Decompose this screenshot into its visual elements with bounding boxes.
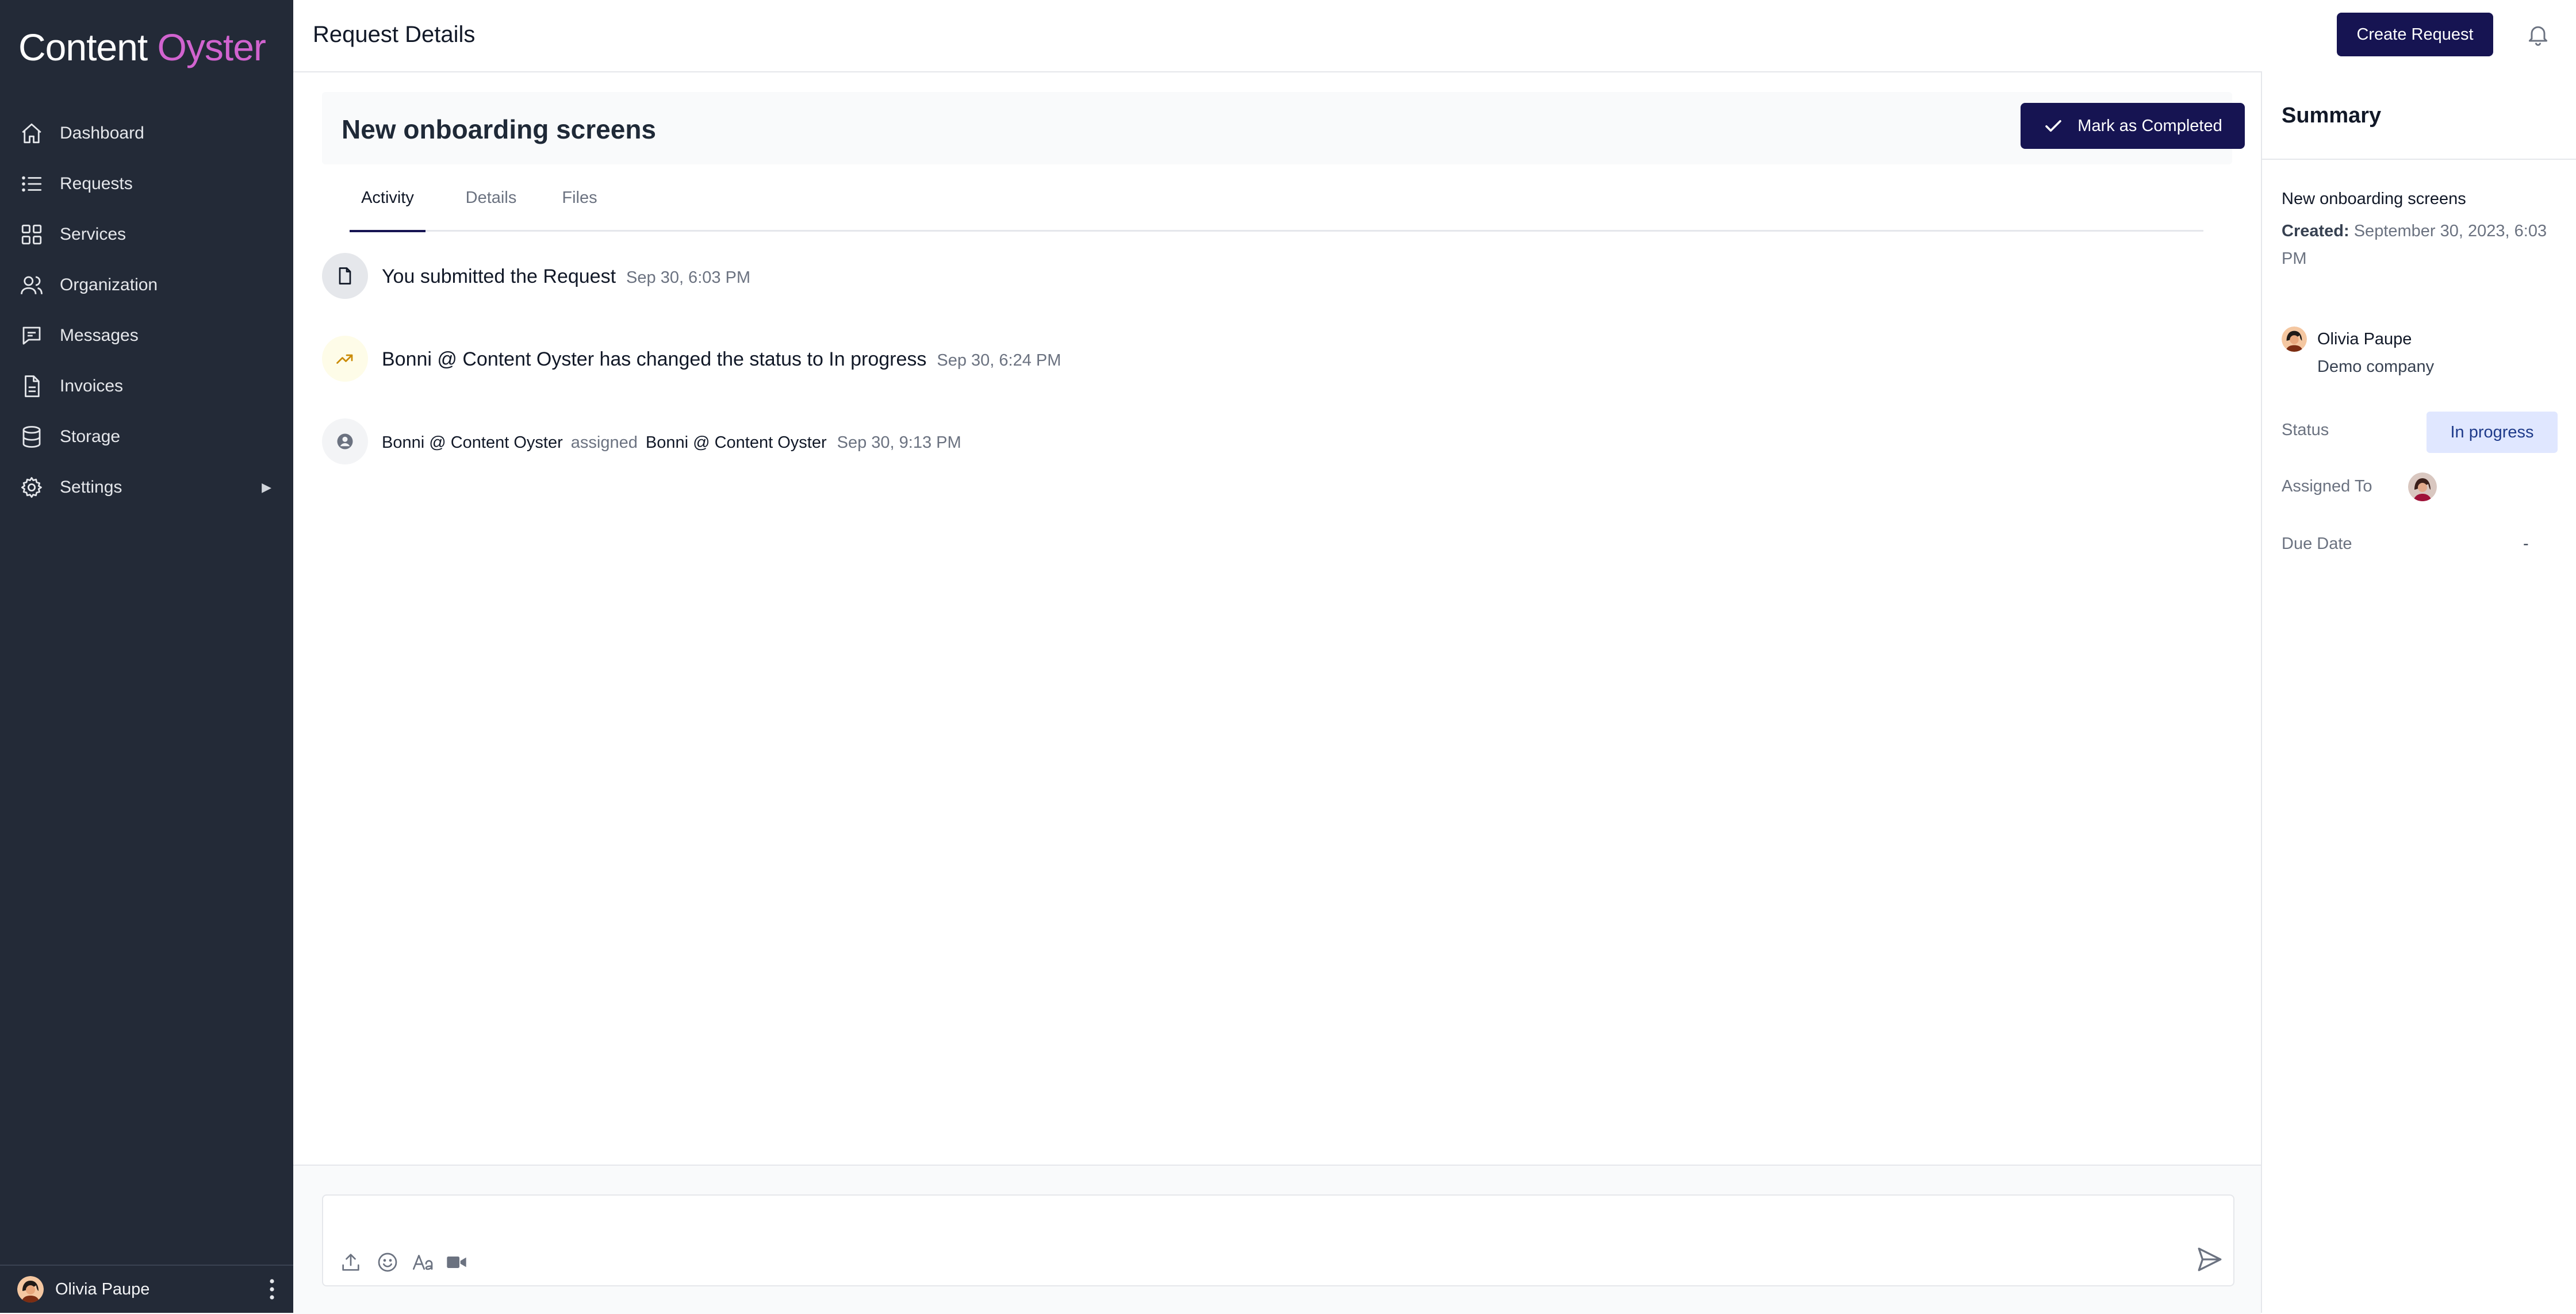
trending-up-icon	[336, 354, 353, 364]
tab-files[interactable]: Files	[557, 170, 603, 230]
page-title: Request Details	[313, 22, 476, 47]
avatar	[2282, 326, 2307, 352]
activity-icon-wrap	[322, 253, 368, 299]
activity-text: Bonni @ Content Oyster assigned Bonni @ Co…	[382, 433, 961, 452]
client-name: Olivia Paupe	[2317, 330, 2412, 348]
summary-divider	[2262, 159, 2576, 160]
emoji-icon[interactable]	[376, 1251, 399, 1274]
bell-icon[interactable]	[2525, 22, 2551, 47]
more-vertical-icon[interactable]	[264, 1277, 279, 1301]
activity-message: You submitted the Request	[382, 266, 616, 287]
document-icon	[339, 267, 351, 285]
due-date-label: Due Date	[2282, 535, 2352, 553]
app-logo[interactable]: Content Oyster	[18, 25, 266, 69]
logo-word-content: Content	[18, 26, 148, 68]
sidebar-item-dashboard[interactable]: Dashboard	[0, 108, 293, 159]
sidebar-item-requests[interactable]: Requests	[0, 159, 293, 209]
activity-time: Sep 30, 6:24 PM	[937, 351, 1061, 370]
send-icon[interactable]	[2195, 1245, 2224, 1274]
activity-time: Sep 30, 9:13 PM	[837, 433, 961, 452]
current-user[interactable]: Olivia Paupe	[0, 1265, 293, 1313]
gear-icon	[21, 477, 42, 498]
activity-message: Bonni @ Content Oyster has changed the s…	[382, 348, 927, 370]
request-header: New onboarding screens Mark as Completed	[322, 92, 2245, 164]
sidebar-item-storage[interactable]: Storage	[0, 412, 293, 462]
summary-created: Created: September 30, 2023, 6:03 PM	[2282, 217, 2563, 272]
activity-icon-wrap	[322, 336, 368, 382]
database-icon	[22, 426, 41, 448]
sidebar-item-organization[interactable]: Organization	[0, 260, 293, 310]
avatar	[17, 1276, 44, 1303]
tab-details[interactable]: Details	[457, 170, 526, 230]
upload-icon[interactable]	[339, 1251, 362, 1274]
client-company: Demo company	[2317, 358, 2435, 376]
activity-text: Bonni @ Content Oyster has changed the s…	[382, 348, 1061, 371]
users-icon	[21, 276, 43, 294]
mark-completed-label: Mark as Completed	[2077, 116, 2222, 135]
message-composer	[322, 1194, 2234, 1286]
video-icon[interactable]	[445, 1251, 468, 1274]
tab-activity[interactable]: Activity	[350, 170, 425, 232]
check-icon	[2045, 120, 2062, 132]
activity-verb: assigned	[570, 433, 638, 452]
assigned-to-label: Assigned To	[2282, 477, 2372, 495]
summary-request-name: New onboarding screens	[2282, 190, 2466, 208]
due-date-value[interactable]: -	[2523, 535, 2529, 554]
sidebar-nav: Dashboard Requests Services Organization…	[0, 108, 293, 513]
status-badge[interactable]: In progress	[2426, 412, 2558, 453]
composer-area	[293, 1165, 2261, 1314]
sidebar-item-label: Storage	[60, 427, 121, 446]
main-content: New onboarding screens Mark as Completed…	[293, 72, 2261, 1165]
sidebar-item-label: Requests	[60, 174, 133, 193]
summary-title: Summary	[2282, 103, 2382, 128]
sidebar-item-label: Messages	[60, 326, 139, 345]
sidebar-item-settings[interactable]: Settings ▶	[0, 462, 293, 513]
activity-icon-wrap	[322, 418, 368, 464]
text-format-icon[interactable]	[412, 1251, 435, 1274]
assignee-avatar[interactable]	[2408, 472, 2437, 501]
activity-text: You submitted the Request Sep 30, 6:03 PM	[382, 266, 750, 288]
sidebar-item-invoices[interactable]: Invoices	[0, 361, 293, 412]
home-icon	[22, 123, 41, 144]
create-request-button[interactable]: Create Request	[2337, 13, 2493, 56]
list-icon	[22, 176, 42, 192]
activity-item: Bonni @ Content Oyster assigned Bonni @ Co…	[322, 418, 2220, 501]
expand-arrow-icon[interactable]: ▶	[262, 480, 271, 495]
sidebar-item-services[interactable]: Services	[0, 209, 293, 260]
activity-time: Sep 30, 6:03 PM	[626, 268, 751, 287]
activity-actor: Bonni @ Content Oyster	[382, 433, 563, 452]
created-label: Created:	[2282, 222, 2349, 240]
current-user-name: Olivia Paupe	[55, 1280, 150, 1298]
sidebar: Content Oyster Dashboard Requests Servic…	[0, 0, 293, 1313]
document-icon	[25, 375, 40, 397]
logo-word-oyster: Oyster	[157, 26, 266, 68]
activity-item: Bonni @ Content Oyster has changed the s…	[322, 336, 2220, 418]
sidebar-item-label: Invoices	[60, 376, 124, 395]
user-circle-icon	[337, 433, 353, 449]
status-label: Status	[2282, 421, 2329, 439]
summary-panel: Summary New onboarding screens Created: …	[2261, 71, 2576, 1313]
activity-item: You submitted the Request Sep 30, 6:03 PM	[322, 253, 2220, 336]
message-input[interactable]	[335, 1204, 2177, 1245]
request-tabs: Activity Details Files	[350, 170, 2203, 232]
sidebar-item-messages[interactable]: Messages	[0, 310, 293, 361]
sidebar-item-label: Organization	[60, 275, 158, 294]
chat-icon	[22, 326, 41, 345]
grid-icon	[21, 224, 42, 245]
mark-completed-button[interactable]: Mark as Completed	[2021, 103, 2245, 149]
request-title: New onboarding screens	[342, 114, 657, 144]
activity-feed: You submitted the Request Sep 30, 6:03 PM…	[322, 253, 2220, 501]
activity-target: Bonni @ Content Oyster	[645, 433, 827, 452]
sidebar-item-label: Dashboard	[60, 124, 144, 143]
sidebar-item-label: Services	[60, 225, 126, 244]
sidebar-item-label: Settings	[60, 478, 122, 497]
top-bar: Request Details Create Request	[293, 0, 2576, 72]
